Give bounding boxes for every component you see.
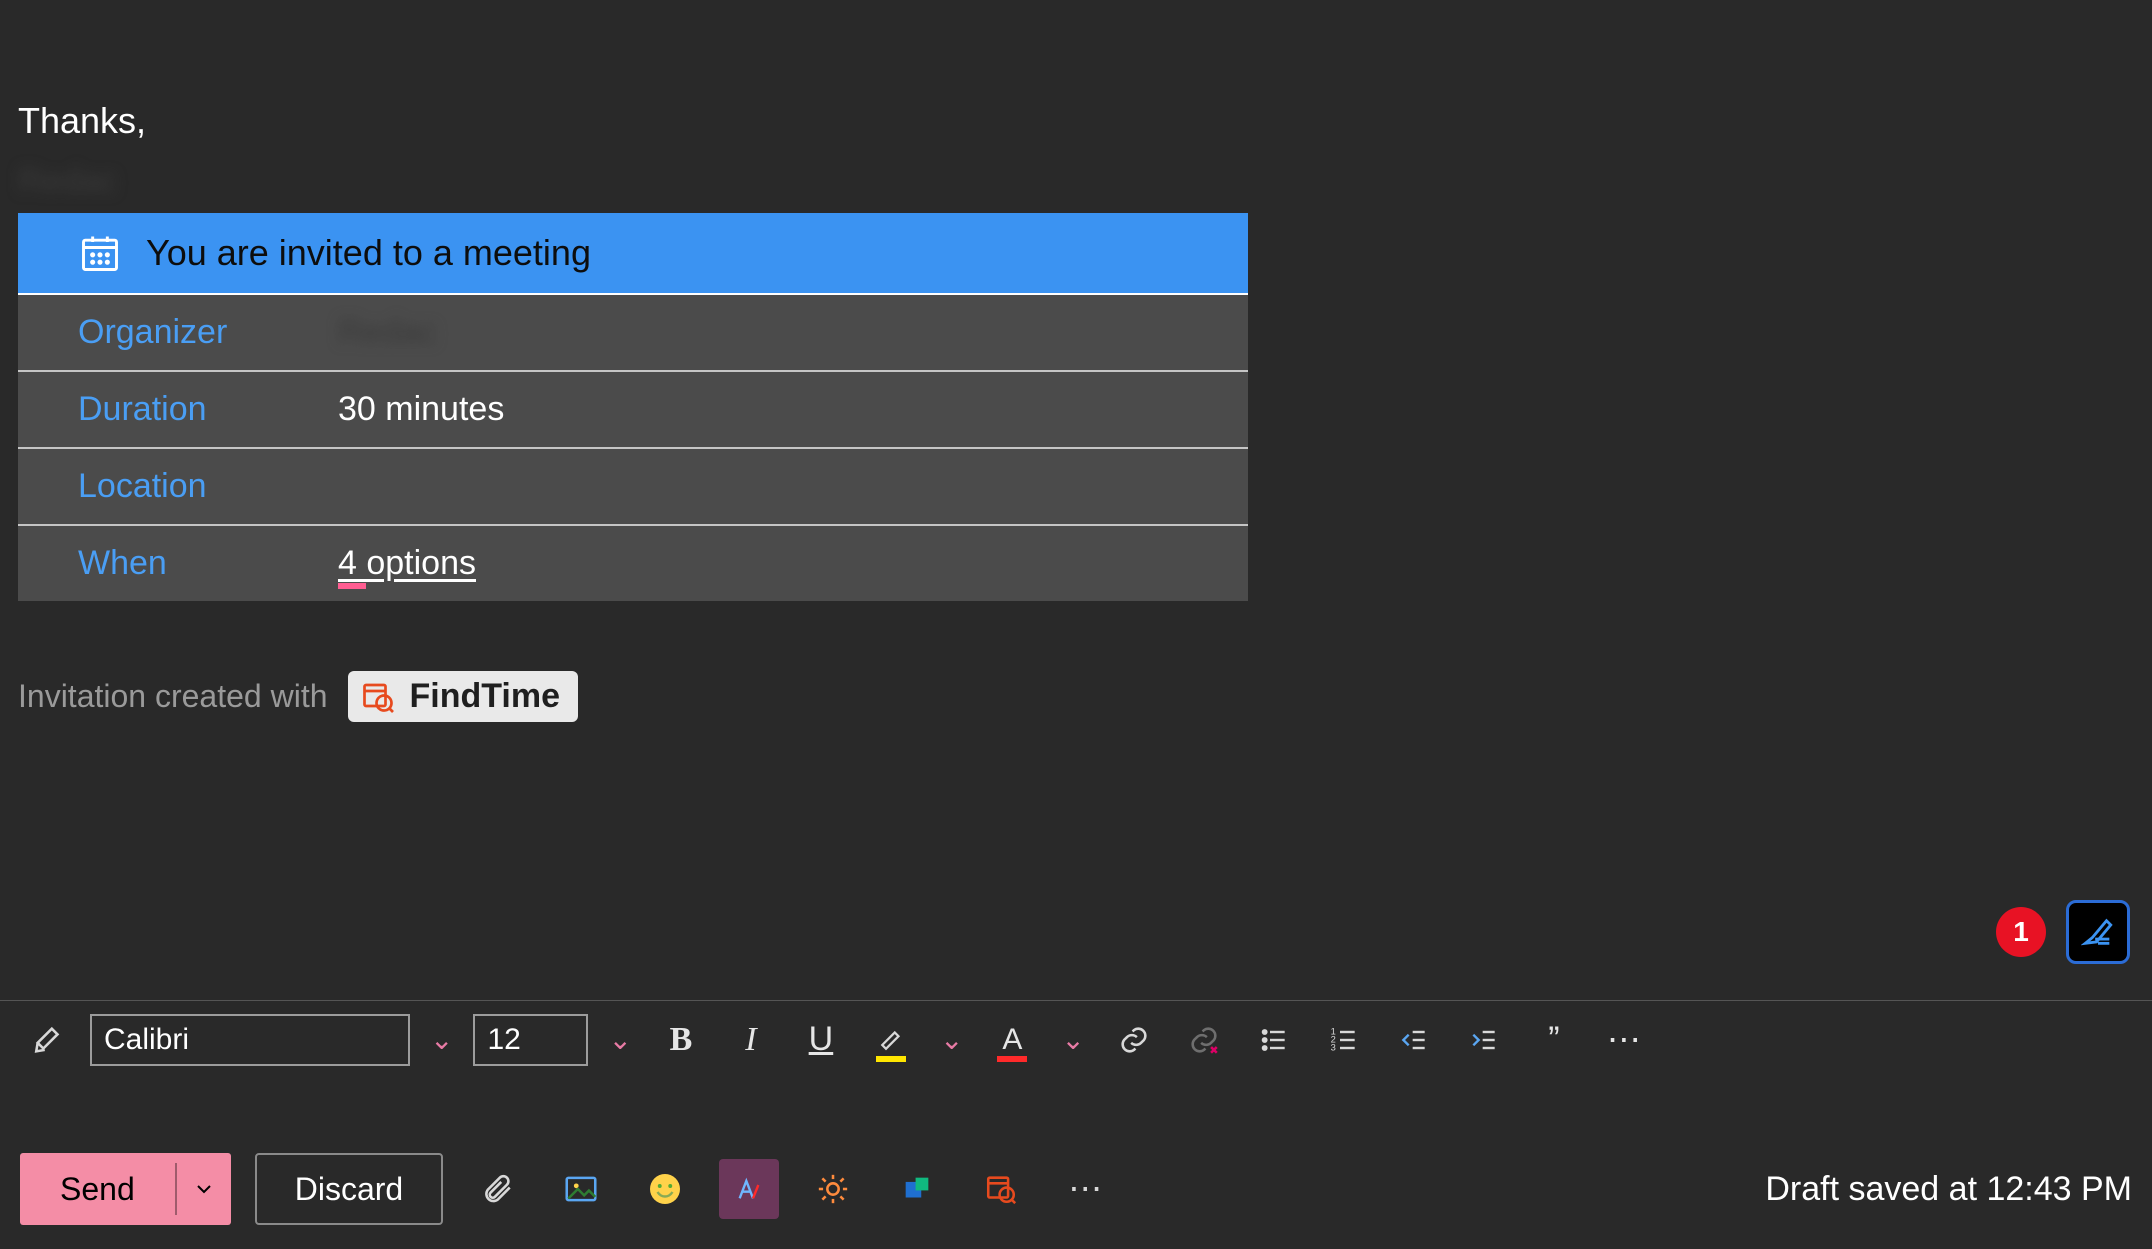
bold-button[interactable]: B (652, 1016, 710, 1064)
font-family-value: Calibri (104, 1023, 189, 1057)
badge-count: 1 (2013, 916, 2029, 948)
findtime-chip[interactable]: FindTime (348, 671, 579, 722)
send-button[interactable]: Send (20, 1153, 231, 1225)
highlight-button[interactable] (862, 1016, 920, 1064)
font-family-select[interactable]: Calibri (90, 1014, 410, 1066)
findtime-icon (360, 679, 396, 715)
location-label: Location (78, 467, 338, 506)
row-duration: Duration 30 minutes (18, 372, 1248, 449)
outdent-button[interactable] (1385, 1016, 1443, 1064)
calendar-icon (78, 231, 122, 275)
send-label: Send (20, 1153, 175, 1225)
signature-button[interactable] (719, 1159, 779, 1219)
paperclip-icon (480, 1172, 514, 1206)
row-location: Location (18, 449, 1248, 526)
bullet-list-button[interactable] (1245, 1016, 1303, 1064)
underline-button[interactable]: U (792, 1016, 850, 1064)
more-icon: ⋯ (1607, 1020, 1641, 1060)
indent-icon (1468, 1024, 1500, 1056)
emoji-icon (647, 1171, 683, 1207)
duration-label: Duration (78, 390, 338, 429)
font-family-chevron-icon[interactable]: ⌄ (422, 1023, 461, 1056)
when-label: When (78, 544, 338, 583)
font-color-chevron-icon[interactable]: ⌄ (1053, 1023, 1092, 1056)
picture-icon (562, 1170, 600, 1208)
highlight-icon (876, 1025, 906, 1055)
signature-icon (733, 1173, 765, 1205)
font-size-value: 12 (487, 1023, 520, 1057)
indent-button[interactable] (1455, 1016, 1513, 1064)
bullets-icon (1258, 1024, 1290, 1056)
duration-value: 30 minutes (338, 390, 504, 429)
card-header: You are invited to a meeting (18, 213, 1248, 295)
sender-name-redacted: Redac (18, 162, 2134, 201)
remove-link-button[interactable] (1175, 1016, 1233, 1064)
action-toolbar: Send Discard (0, 1129, 2152, 1249)
unlink-icon (1187, 1023, 1221, 1057)
attach-button[interactable] (467, 1159, 527, 1219)
svg-text:3: 3 (1331, 1042, 1336, 1052)
italic-button[interactable]: I (722, 1016, 780, 1064)
font-color-button[interactable]: A (983, 1016, 1041, 1064)
outdent-icon (1398, 1024, 1430, 1056)
numbering-icon: 1 2 3 (1328, 1024, 1360, 1056)
emoji-button[interactable] (635, 1159, 695, 1219)
loop-component-button[interactable] (887, 1159, 947, 1219)
action-more-button[interactable]: ⋯ (1055, 1159, 1115, 1219)
chevron-down-icon (192, 1177, 216, 1201)
invite-footer-text: Invitation created with (18, 678, 328, 715)
draft-status: Draft saved at 12:43 PM (1765, 1170, 2132, 1209)
discard-button[interactable]: Discard (255, 1153, 443, 1225)
pen-button[interactable] (2066, 900, 2130, 964)
when-options-link[interactable]: 4 options (338, 544, 476, 583)
sun-icon (816, 1172, 850, 1206)
format-more-button[interactable]: ⋯ (1595, 1016, 1653, 1064)
font-color-a: A (1002, 1023, 1022, 1057)
notification-badge[interactable]: 1 (1996, 907, 2046, 957)
meeting-invite-card: You are invited to a meeting Organizer R… (18, 213, 1248, 601)
highlight-chevron-icon[interactable]: ⌄ (932, 1023, 971, 1056)
organizer-label: Organizer (78, 313, 338, 352)
font-size-select[interactable]: 12 (473, 1014, 588, 1066)
importance-button[interactable] (803, 1159, 863, 1219)
scheduling-poll-button[interactable] (971, 1159, 1031, 1219)
organizer-value-redacted: Redac (338, 313, 436, 352)
invite-footer: Invitation created with FindTime (18, 671, 2134, 722)
format-painter-icon (32, 1023, 66, 1057)
insert-link-button[interactable] (1105, 1016, 1163, 1064)
font-color-swatch (997, 1056, 1027, 1062)
float-actions: 1 (1996, 900, 2130, 964)
poll-icon (984, 1172, 1018, 1206)
format-toolbar: Calibri ⌄ 12 ⌄ B I U ⌄ A ⌄ (0, 1000, 2152, 1078)
send-dropdown[interactable] (177, 1153, 231, 1225)
format-painter-button[interactable] (20, 1016, 78, 1064)
loop-icon (900, 1172, 934, 1206)
numbered-list-button[interactable]: 1 2 3 (1315, 1016, 1373, 1064)
row-organizer: Organizer Redac (18, 295, 1248, 372)
compose-body[interactable]: Thanks, Redac You are invited to a meeti… (0, 0, 2152, 732)
quote-icon: ” (1548, 1020, 1559, 1059)
card-title: You are invited to a meeting (146, 232, 591, 274)
row-when: When 4 options (18, 526, 1248, 601)
signoff-text: Thanks, (18, 100, 2134, 142)
quote-button[interactable]: ” (1525, 1016, 1583, 1064)
more-icon: ⋯ (1068, 1169, 1102, 1209)
font-size-chevron-icon[interactable]: ⌄ (600, 1023, 639, 1056)
highlight-color-swatch (876, 1056, 906, 1062)
link-icon (1117, 1023, 1151, 1057)
pen-icon (2081, 915, 2115, 949)
insert-picture-button[interactable] (551, 1159, 611, 1219)
findtime-label: FindTime (410, 677, 561, 716)
